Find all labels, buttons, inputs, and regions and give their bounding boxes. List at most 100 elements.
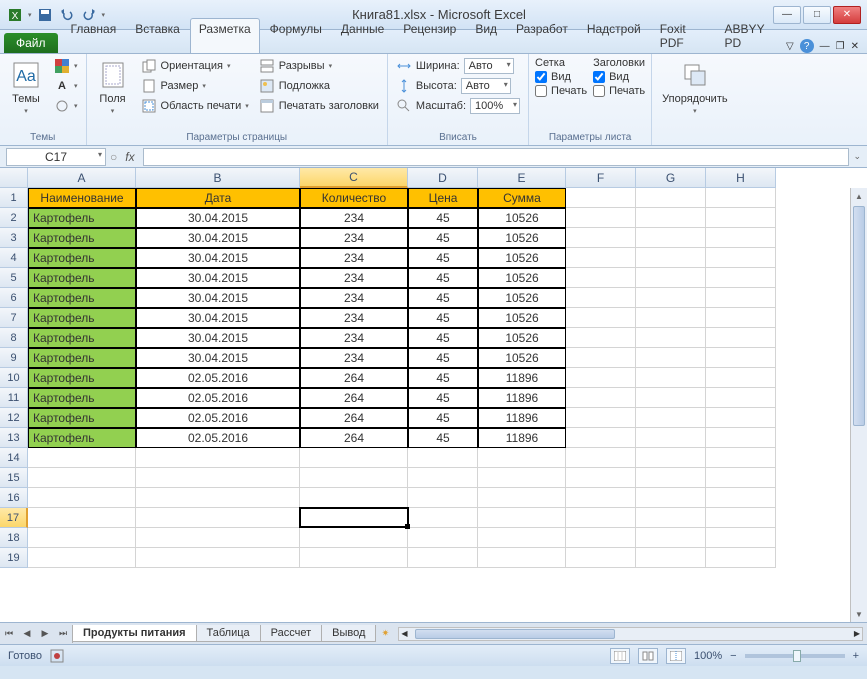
- scroll-up-icon[interactable]: ▲: [851, 188, 867, 204]
- cell[interactable]: [566, 188, 636, 208]
- scroll-down-icon[interactable]: ▼: [851, 606, 867, 622]
- cell[interactable]: [408, 528, 478, 548]
- cell[interactable]: 10526: [478, 228, 566, 248]
- column-header[interactable]: B: [136, 168, 300, 188]
- cell[interactable]: [636, 288, 706, 308]
- headings-print-checkbox[interactable]: Печать: [593, 85, 645, 97]
- save-icon[interactable]: [36, 6, 54, 24]
- ribbon-tab[interactable]: Главная: [62, 18, 126, 53]
- doc-restore-icon[interactable]: ❐: [836, 41, 845, 52]
- cell[interactable]: [566, 388, 636, 408]
- ribbon-tab[interactable]: Надстрой: [578, 18, 650, 53]
- cell[interactable]: [636, 488, 706, 508]
- cell[interactable]: [28, 488, 136, 508]
- ribbon-tab[interactable]: Вставка: [126, 18, 189, 53]
- cell[interactable]: [566, 288, 636, 308]
- cell[interactable]: [300, 548, 408, 568]
- cell[interactable]: [136, 548, 300, 568]
- cell[interactable]: Картофель: [28, 328, 136, 348]
- sheet-next-icon[interactable]: ▶: [36, 625, 54, 643]
- scroll-thumb[interactable]: [853, 206, 865, 426]
- close-button[interactable]: ✕: [833, 6, 861, 24]
- minimize-ribbon-icon[interactable]: ▽: [786, 41, 794, 52]
- cell[interactable]: 10526: [478, 248, 566, 268]
- cell[interactable]: [566, 308, 636, 328]
- cell[interactable]: [706, 508, 776, 528]
- cell[interactable]: 45: [408, 428, 478, 448]
- cell[interactable]: [636, 348, 706, 368]
- qat-dropdown-icon[interactable]: ▾: [28, 11, 32, 19]
- sheet-last-icon[interactable]: ⏭: [54, 625, 72, 643]
- cell[interactable]: [636, 248, 706, 268]
- cell[interactable]: 11896: [478, 368, 566, 388]
- themes-button[interactable]: Aa Темы ▾: [6, 57, 46, 117]
- row-header[interactable]: 18: [0, 528, 28, 548]
- cell[interactable]: 45: [408, 248, 478, 268]
- cell[interactable]: [636, 428, 706, 448]
- cell[interactable]: [706, 468, 776, 488]
- cell[interactable]: Картофель: [28, 208, 136, 228]
- cell[interactable]: 234: [300, 268, 408, 288]
- cell[interactable]: [706, 208, 776, 228]
- sheet-prev-icon[interactable]: ◀: [18, 625, 36, 643]
- cell[interactable]: [636, 208, 706, 228]
- cell[interactable]: [636, 268, 706, 288]
- cell[interactable]: 02.05.2016: [136, 368, 300, 388]
- cell[interactable]: [28, 528, 136, 548]
- column-header[interactable]: E: [478, 168, 566, 188]
- cell[interactable]: 30.04.2015: [136, 328, 300, 348]
- cell[interactable]: 11896: [478, 408, 566, 428]
- cell[interactable]: 02.05.2016: [136, 428, 300, 448]
- cell[interactable]: 10526: [478, 308, 566, 328]
- file-tab[interactable]: Файл: [4, 33, 58, 53]
- cell[interactable]: [28, 448, 136, 468]
- cell[interactable]: [636, 468, 706, 488]
- cell[interactable]: [636, 188, 706, 208]
- cell[interactable]: [566, 408, 636, 428]
- formula-input[interactable]: [143, 148, 850, 166]
- column-header[interactable]: A: [28, 168, 136, 188]
- zoom-slider[interactable]: [745, 654, 845, 658]
- cell[interactable]: 45: [408, 328, 478, 348]
- cell[interactable]: Картофель: [28, 368, 136, 388]
- cell[interactable]: [478, 488, 566, 508]
- background-button[interactable]: Подложка: [257, 77, 381, 95]
- cell[interactable]: [566, 348, 636, 368]
- cell[interactable]: [706, 408, 776, 428]
- cell[interactable]: Дата: [136, 188, 300, 208]
- cell[interactable]: Картофель: [28, 388, 136, 408]
- cell[interactable]: [566, 488, 636, 508]
- cell[interactable]: [706, 268, 776, 288]
- cell[interactable]: 234: [300, 348, 408, 368]
- sheet-tab[interactable]: Вывод: [321, 625, 376, 642]
- cell[interactable]: [478, 468, 566, 488]
- zoom-in-icon[interactable]: +: [853, 650, 859, 662]
- scale-combo[interactable]: 100%: [470, 98, 520, 114]
- arrange-button[interactable]: Упорядочить ▾: [658, 57, 731, 117]
- row-header[interactable]: 5: [0, 268, 28, 288]
- cell[interactable]: [566, 508, 636, 528]
- horizontal-scrollbar[interactable]: ◀ ▶: [398, 627, 863, 641]
- cell[interactable]: [636, 528, 706, 548]
- cell[interactable]: [706, 328, 776, 348]
- cell[interactable]: 02.05.2016: [136, 408, 300, 428]
- cell[interactable]: Картофель: [28, 428, 136, 448]
- doc-close-icon[interactable]: ✕: [851, 41, 859, 52]
- cell[interactable]: [706, 248, 776, 268]
- cell[interactable]: [136, 448, 300, 468]
- row-header[interactable]: 16: [0, 488, 28, 508]
- cell[interactable]: 11896: [478, 428, 566, 448]
- column-header[interactable]: D: [408, 168, 478, 188]
- cell[interactable]: 30.04.2015: [136, 228, 300, 248]
- cell[interactable]: Картофель: [28, 228, 136, 248]
- zoom-level[interactable]: 100%: [694, 650, 722, 662]
- cell[interactable]: [636, 368, 706, 388]
- cell[interactable]: [566, 228, 636, 248]
- cell[interactable]: Картофель: [28, 348, 136, 368]
- cell[interactable]: 234: [300, 328, 408, 348]
- cell[interactable]: [706, 448, 776, 468]
- ribbon-tab[interactable]: Foxit PDF: [651, 18, 715, 53]
- cell[interactable]: [300, 448, 408, 468]
- cell[interactable]: 30.04.2015: [136, 208, 300, 228]
- cell[interactable]: Картофель: [28, 308, 136, 328]
